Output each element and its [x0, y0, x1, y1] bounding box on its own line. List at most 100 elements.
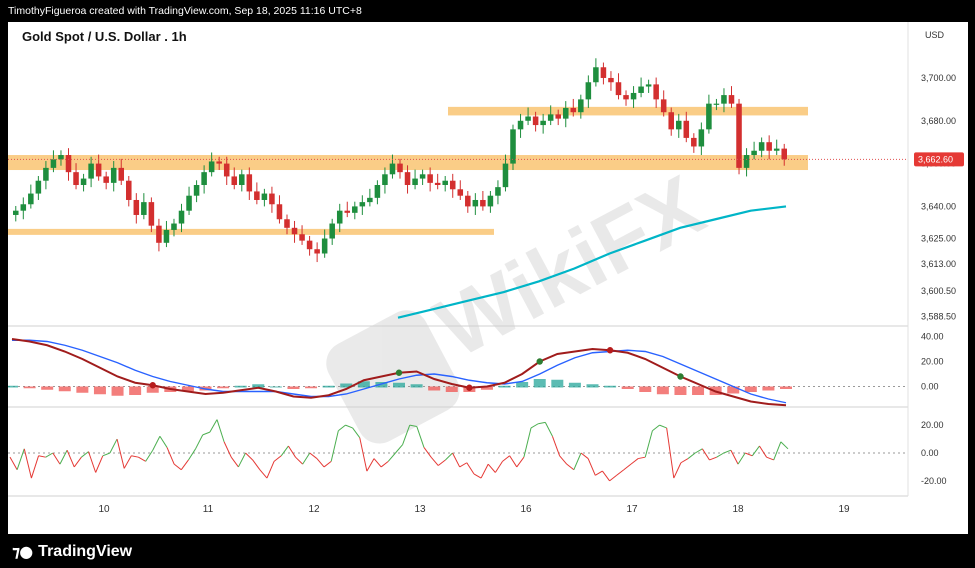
chart-svg[interactable]: WikiFX Gold Spot / U.S. Dollar . 1h USD …	[8, 22, 968, 534]
histogram-bar	[305, 386, 318, 389]
oscillator-2-segment	[180, 459, 189, 471]
oscillator-2-segment	[701, 448, 710, 461]
candle-body	[495, 187, 501, 196]
price-tick-label: 3,588.50	[921, 312, 956, 322]
candle-body	[306, 240, 313, 250]
oscillator-2-segment	[345, 424, 353, 429]
oscillator-2-segment	[751, 445, 760, 457]
candle-body	[781, 148, 787, 160]
oscillator-2-segment	[673, 462, 682, 479]
tradingview-logo-icon: ⁊●	[12, 542, 33, 561]
oscillator-2-segment	[773, 441, 782, 461]
candle-body	[359, 202, 366, 207]
oscillator-2-segment	[430, 456, 439, 466]
candle-body	[472, 199, 479, 207]
candle-body	[585, 82, 592, 100]
histogram-bar	[604, 385, 617, 388]
oscillator-2-segment	[159, 436, 168, 448]
candle-body	[517, 120, 524, 130]
price-tick-label: 3,700.00	[921, 73, 956, 83]
candle-body	[141, 202, 147, 215]
crossover-dot	[466, 384, 473, 391]
oscillator-2-segment	[759, 445, 768, 458]
histogram-bar	[692, 386, 705, 395]
oscillator-2-segment	[652, 424, 660, 432]
candle-body	[231, 176, 238, 185]
time-tick-label: 17	[626, 504, 638, 515]
oscillator-2-segment	[573, 452, 582, 470]
oscillator-2-segment	[23, 448, 32, 479]
candle-body	[547, 114, 554, 121]
candle-body	[133, 199, 140, 215]
candle-body	[13, 210, 19, 215]
candle-body	[660, 99, 667, 113]
histogram-bar	[586, 384, 599, 388]
candle-body	[630, 92, 637, 100]
oscillator-2-segment	[330, 430, 339, 462]
histogram-bar	[780, 386, 792, 389]
support-resistance-zone	[8, 228, 494, 235]
candle-body	[88, 163, 94, 179]
candle-body	[457, 189, 464, 196]
histogram-bar	[287, 386, 300, 389]
candle-body	[532, 116, 539, 126]
tradingview-logo[interactable]: ⁊● TradingView	[12, 542, 132, 561]
oscillator-2-tick-label: -20.00	[921, 476, 947, 486]
oscillator-2-segment	[123, 455, 132, 469]
candle-body	[186, 195, 192, 211]
time-axis: 10 11 12 13 16 17 18 19	[98, 504, 850, 515]
oscillator-2-segment	[9, 456, 18, 470]
histogram-bar	[551, 379, 564, 388]
candle-body	[728, 95, 735, 104]
histogram-bar	[111, 386, 124, 396]
oscillator-2-segment	[295, 456, 303, 465]
oscillator-2-segment	[387, 452, 396, 462]
oscillator-2-segment	[145, 449, 154, 462]
oscillator-2-segment	[359, 437, 368, 472]
oscillator-2-segment	[516, 456, 525, 468]
candle-body	[608, 77, 614, 83]
oscillator-2-segment	[416, 426, 425, 448]
candle-body	[126, 180, 132, 200]
candle-body	[419, 174, 426, 179]
time-tick-label: 18	[732, 504, 744, 515]
candle-body	[336, 210, 343, 224]
oscillator-1-tick-label: 0.00	[921, 382, 939, 392]
oscillator-2-segment	[166, 447, 175, 465]
histogram-bar	[533, 379, 546, 388]
candle-body	[58, 155, 64, 160]
candle-body	[73, 172, 79, 185]
oscillator-2-segment	[538, 421, 546, 425]
oscillator-2-segment	[559, 455, 568, 465]
oscillator-2-segment	[473, 473, 482, 479]
crossover-dot	[149, 382, 156, 389]
candle-body	[329, 223, 335, 239]
oscillator-2-segment	[445, 452, 453, 461]
attribution-bar: TimothyFigueroa created with TradingView…	[0, 0, 975, 22]
histogram-bar	[656, 386, 669, 395]
histogram-bar	[269, 386, 282, 388]
chart-frame[interactable]: WikiFX Gold Spot / U.S. Dollar . 1h USD …	[8, 22, 968, 534]
oscillator-2-segment	[59, 449, 68, 465]
candle-body	[374, 185, 381, 198]
histogram-bar	[217, 386, 230, 389]
oscillator-2-segment	[266, 461, 275, 479]
candle-body	[239, 174, 245, 185]
price-tick-label: 3,680.00	[921, 116, 956, 126]
candle-body	[623, 95, 629, 100]
histogram-bar	[428, 386, 441, 391]
candle-body	[344, 210, 351, 213]
oscillator-2-segment	[45, 452, 54, 458]
oscillator-2-segment	[494, 461, 503, 473]
candle-body	[404, 172, 411, 185]
histogram-bar	[23, 386, 36, 389]
oscillator-2-segment	[437, 459, 446, 466]
time-tick-label: 11	[203, 504, 214, 515]
candle-body	[480, 199, 486, 207]
oscillator-2-segment	[230, 456, 239, 468]
crossover-dot	[395, 369, 403, 376]
oscillator-2-segment	[223, 441, 232, 458]
histogram-bar	[744, 386, 757, 392]
candle-body	[65, 155, 72, 173]
oscillator-2-segment	[566, 463, 575, 471]
